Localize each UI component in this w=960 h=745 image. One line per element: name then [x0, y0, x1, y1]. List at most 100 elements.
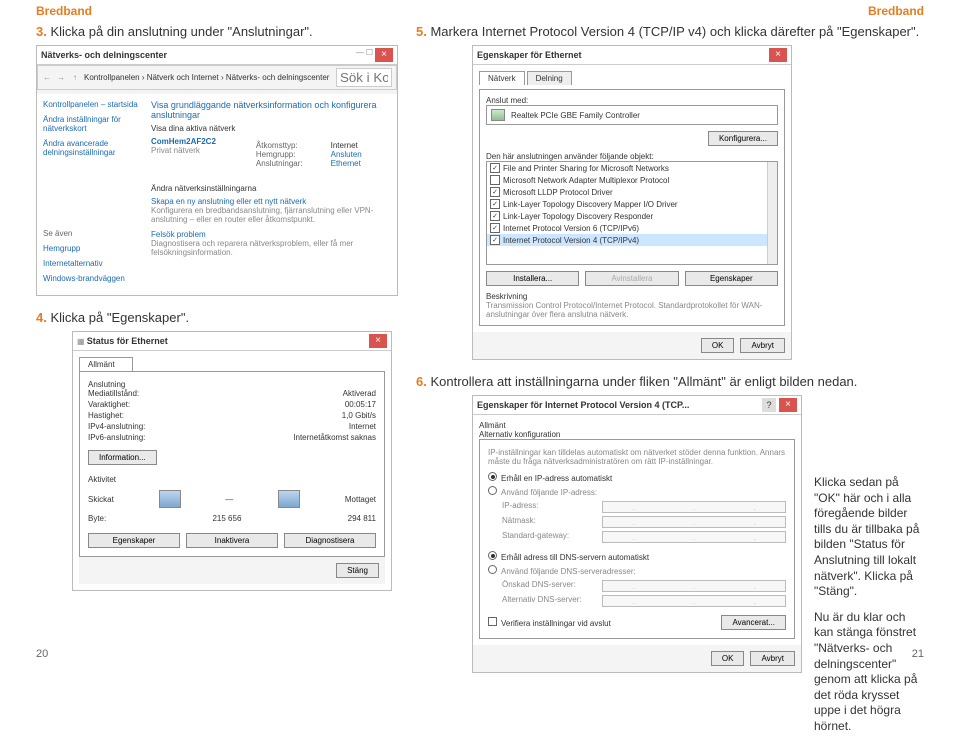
dns1-label: Önskad DNS-server: [502, 580, 602, 592]
step4-text: Klicka på "Egenskaper". [50, 310, 189, 325]
connect-with-label: Anslut med: [486, 96, 778, 105]
nav-up-icon[interactable]: ↑ [70, 73, 80, 82]
checkbox[interactable]: ✓ [490, 211, 500, 221]
uses-heading: Den här anslutningen använder följande o… [486, 152, 778, 161]
radio-auto-dns[interactable] [488, 551, 497, 560]
note-p1: Klicka sedan på "OK" här och i alla före… [814, 475, 924, 600]
desc-body: Transmission Control Protocol/Internet P… [486, 301, 778, 319]
ip-field: ... [602, 501, 786, 513]
minimize-icon[interactable]: — [356, 48, 364, 62]
breadcrumb-bar: ← → ↑ Kontrollpanelen › Nätverk och Inte… [37, 65, 397, 90]
close-icon[interactable]: × [779, 398, 797, 412]
dns1-field: ... [602, 580, 786, 592]
eprops-title: Egenskaper för Ethernet [477, 50, 582, 60]
speed-value: 1,0 Gbit/s [232, 411, 376, 420]
list-item-ipv4[interactable]: Internet Protocol Version 4 (TCP/IPv4) [503, 236, 639, 245]
iprops-title: Egenskaper för Internet Protocol Version… [477, 400, 689, 410]
list-item[interactable]: Internet Protocol Version 6 (TCP/IPv6) [503, 224, 639, 233]
ipv4-props-window: Egenskaper för Internet Protocol Version… [472, 395, 802, 673]
checkbox[interactable]: ✓ [490, 199, 500, 209]
list-item[interactable]: Microsoft Network Adapter Multiplexor Pr… [503, 176, 669, 185]
nav-sharing[interactable]: Ändra avancerade delningsinställningar [43, 139, 143, 157]
tab-general[interactable]: Allmänt [479, 421, 795, 430]
configure-button[interactable]: Konfigurera... [708, 131, 778, 146]
troubleshoot-link[interactable]: Felsök problem [151, 230, 391, 239]
checkbox[interactable]: ✓ [490, 235, 500, 245]
step6-num: 6. [416, 374, 427, 389]
active-netw-heading: Visa dina aktiva nätverk [151, 124, 391, 133]
validate-label: Verifiera inställningar vid avslut [501, 619, 611, 628]
install-button[interactable]: Installera... [486, 271, 579, 286]
nic-icon [491, 109, 505, 121]
maximize-icon[interactable]: ☐ [366, 48, 373, 62]
nav-adapter[interactable]: Ändra inställningar för nätverkskort [43, 115, 143, 133]
ok-button[interactable]: OK [701, 338, 735, 353]
tab-sharing[interactable]: Delning [527, 71, 572, 85]
nav-fwd-icon[interactable]: → [56, 73, 66, 82]
radio-auto-ip[interactable] [488, 472, 497, 481]
close-icon[interactable]: × [769, 48, 787, 62]
ipv6-label: IPv6-anslutning: [88, 433, 232, 442]
tab-alt-config[interactable]: Alternativ konfiguration [479, 430, 795, 439]
checkbox[interactable]: ✓ [490, 163, 500, 173]
uninstall-button[interactable]: Avinstallera [585, 271, 678, 286]
close-icon[interactable]: × [375, 48, 393, 62]
list-item[interactable]: File and Printer Sharing for Microsoft N… [503, 164, 669, 173]
checkbox[interactable] [490, 175, 500, 185]
ipv6-value: Internetåtkomst saknas [232, 433, 376, 442]
state-value: Aktiverad [232, 389, 376, 398]
connections-value[interactable]: Ethernet [331, 159, 362, 168]
network-name[interactable]: ComHem2AF2C2 [151, 137, 216, 146]
list-item[interactable]: Link-Layer Topology Discovery Mapper I/O… [503, 200, 678, 209]
new-connection-link[interactable]: Skapa en ny anslutning eller ett nytt nä… [151, 197, 391, 206]
ipv4-label: IPv4-anslutning: [88, 422, 232, 431]
nic-icon: ▦ [77, 337, 85, 346]
tab-general[interactable]: Allmänt [79, 357, 133, 371]
access-value: Internet [331, 141, 362, 150]
gw-label: Standard-gateway: [502, 531, 602, 543]
close-button[interactable]: Stäng [336, 563, 379, 578]
manual-ip-label: Använd följande IP-adress: [501, 488, 597, 497]
see-also-hemgrupp[interactable]: Hemgrupp [43, 244, 143, 253]
step4-line: 4. Klicka på "Egenskaper". [36, 310, 398, 325]
list-item[interactable]: Link-Layer Topology Discovery Responder [503, 212, 653, 221]
protocol-list[interactable]: ✓File and Printer Sharing for Microsoft … [486, 161, 778, 265]
disable-button[interactable]: Inaktivera [186, 533, 278, 548]
monitor-icon [278, 490, 300, 508]
information-button[interactable]: Information... [88, 450, 157, 465]
checkbox[interactable]: ✓ [490, 223, 500, 233]
dns2-field: ... [602, 595, 786, 607]
see-also-firewall[interactable]: Windows-brandväggen [43, 274, 143, 283]
validate-checkbox[interactable] [488, 617, 497, 626]
network-type: Privat nätverk [151, 146, 216, 155]
checkbox[interactable]: ✓ [490, 187, 500, 197]
help-icon[interactable]: ? [762, 398, 776, 412]
byte-recv: 294 811 [348, 514, 376, 523]
monitor-icon [159, 490, 181, 508]
step3-num: 3. [36, 24, 47, 39]
see-also-internet[interactable]: Internetalternativ [43, 259, 143, 268]
search-input[interactable] [336, 68, 392, 87]
list-item[interactable]: Microsoft LLDP Protocol Driver [503, 188, 613, 197]
homegroup-value[interactable]: Ansluten [331, 150, 362, 159]
network-center-window: Nätverks- och delningscenter — ☐ × ← → ↑… [36, 45, 398, 296]
radio-manual-ip[interactable] [488, 486, 497, 495]
diagnose-button[interactable]: Diagnostisera [284, 533, 376, 548]
step5-line: 5. Markera Internet Protocol Version 4 (… [416, 24, 924, 39]
scrollbar[interactable] [767, 162, 777, 264]
radio-manual-dns[interactable] [488, 565, 497, 574]
activity-heading: Aktivitet [88, 475, 376, 484]
tab-network[interactable]: Nätverk [479, 71, 525, 85]
nav-back-icon[interactable]: ← [42, 73, 52, 82]
duration-label: Varaktighet: [88, 400, 232, 409]
close-icon[interactable]: × [369, 334, 387, 348]
breadcrumb[interactable]: Kontrollpanelen › Nätverk och Internet ›… [84, 73, 332, 82]
cancel-button[interactable]: Avbryt [740, 338, 785, 353]
side-note: Klicka sedan på "OK" här och i alla före… [814, 475, 924, 745]
byte-sent: 215 656 [212, 514, 241, 523]
properties-button[interactable]: Egenskaper [88, 533, 180, 548]
manual-dns-label: Använd följande DNS-serveradresser: [501, 567, 636, 576]
advanced-button[interactable]: Avancerat... [721, 615, 786, 630]
nav-home[interactable]: Kontrollpanelen – startsida [43, 100, 143, 109]
properties-button[interactable]: Egenskaper [685, 271, 778, 286]
